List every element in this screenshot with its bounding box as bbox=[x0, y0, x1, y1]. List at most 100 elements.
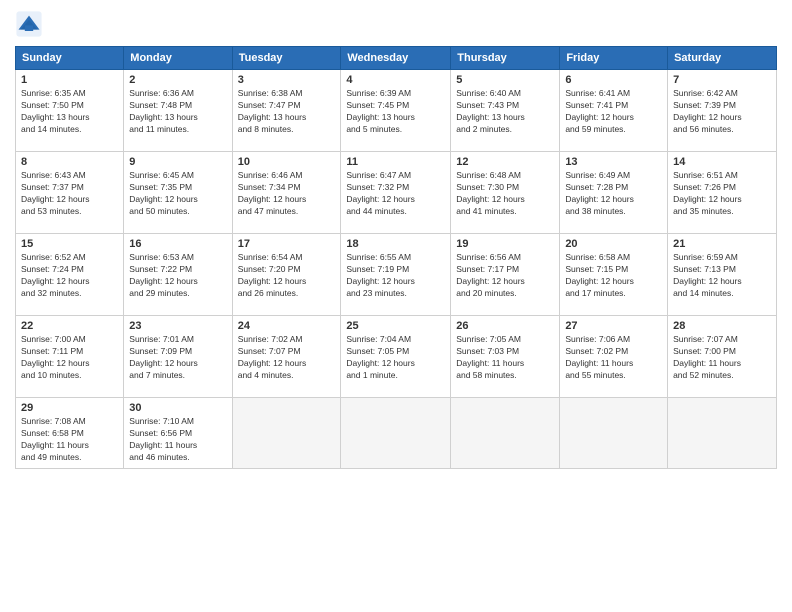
day-info: Sunrise: 7:02 AMSunset: 7:07 PMDaylight:… bbox=[238, 334, 336, 382]
calendar-cell: 11 Sunrise: 6:47 AMSunset: 7:32 PMDayligh… bbox=[341, 152, 451, 234]
day-number: 26 bbox=[456, 320, 554, 332]
calendar-cell: 6Sunrise: 6:41 AMSunset: 7:41 PMDaylight… bbox=[560, 70, 668, 152]
calendar-header: SundayMondayTuesdayWednesdayThursdayFrid… bbox=[16, 47, 777, 70]
day-info: Sunrise: 7:10 AMSunset: 6:56 PMDaylight:… bbox=[129, 416, 226, 464]
day-info: Sunrise: 7:01 AMSunset: 7:09 PMDaylight:… bbox=[129, 334, 226, 382]
calendar-cell: 16 Sunrise: 6:53 AMSunset: 7:22 PMDayligh… bbox=[124, 234, 232, 316]
day-info: Sunrise: 6:42 AMSunset: 7:39 PMDaylight:… bbox=[673, 88, 771, 136]
logo bbox=[15, 10, 47, 38]
day-info: Sunrise: 6:59 AMSunset: 7:13 PMDaylight:… bbox=[673, 252, 771, 300]
day-number: 19 bbox=[456, 238, 554, 250]
day-number: 10 bbox=[238, 156, 336, 168]
calendar: SundayMondayTuesdayWednesdayThursdayFrid… bbox=[15, 46, 777, 469]
day-info: Sunrise: 6:53 AMSunset: 7:22 PMDaylight:… bbox=[129, 252, 226, 300]
calendar-cell: 27 Sunrise: 7:06 AMSunset: 7:02 PMDayligh… bbox=[560, 316, 668, 398]
day-info: Sunrise: 6:46 AMSunset: 7:34 PMDaylight:… bbox=[238, 170, 336, 218]
calendar-cell bbox=[341, 398, 451, 469]
day-number: 7 bbox=[673, 74, 771, 86]
calendar-cell: 18Sunrise: 6:55 AMSunset: 7:19 PMDayligh… bbox=[341, 234, 451, 316]
week-row-5: 29Sunrise: 7:08 AMSunset: 6:58 PMDayligh… bbox=[16, 398, 777, 469]
calendar-cell: 10 Sunrise: 6:46 AMSunset: 7:34 PMDayligh… bbox=[232, 152, 341, 234]
day-number: 3 bbox=[238, 74, 336, 86]
day-number: 20 bbox=[565, 238, 662, 250]
calendar-cell: 30 Sunrise: 7:10 AMSunset: 6:56 PMDayligh… bbox=[124, 398, 232, 469]
calendar-cell: 25 Sunrise: 7:04 AMSunset: 7:05 PMDayligh… bbox=[341, 316, 451, 398]
day-info: Sunrise: 6:58 AMSunset: 7:15 PMDaylight:… bbox=[565, 252, 662, 300]
day-number: 28 bbox=[673, 320, 771, 332]
calendar-cell: 8 Sunrise: 6:43 AMSunset: 7:37 PMDaylight… bbox=[16, 152, 124, 234]
calendar-cell: 28 Sunrise: 7:07 AMSunset: 7:00 PMDayligh… bbox=[668, 316, 777, 398]
calendar-cell: 19Sunrise: 6:56 AMSunset: 7:17 PMDayligh… bbox=[451, 234, 560, 316]
day-number: 11 bbox=[346, 156, 445, 168]
day-number: 21 bbox=[673, 238, 771, 250]
day-info: Sunrise: 6:39 AMSunset: 7:45 PMDaylight:… bbox=[346, 88, 445, 136]
day-number: 14 bbox=[673, 156, 771, 168]
day-of-week-saturday: Saturday bbox=[668, 47, 777, 70]
calendar-cell: 9 Sunrise: 6:45 AMSunset: 7:35 PMDaylight… bbox=[124, 152, 232, 234]
day-number: 9 bbox=[129, 156, 226, 168]
day-of-week-thursday: Thursday bbox=[451, 47, 560, 70]
calendar-cell: 20 Sunrise: 6:58 AMSunset: 7:15 PMDayligh… bbox=[560, 234, 668, 316]
day-number: 27 bbox=[565, 320, 662, 332]
day-number: 2 bbox=[129, 74, 226, 86]
day-number: 16 bbox=[129, 238, 226, 250]
calendar-cell: 12 Sunrise: 6:48 AMSunset: 7:30 PMDayligh… bbox=[451, 152, 560, 234]
day-info: Sunrise: 6:51 AMSunset: 7:26 PMDaylight:… bbox=[673, 170, 771, 218]
day-number: 13 bbox=[565, 156, 662, 168]
day-number: 23 bbox=[129, 320, 226, 332]
day-info: Sunrise: 6:38 AMSunset: 7:47 PMDaylight:… bbox=[238, 88, 336, 136]
calendar-cell bbox=[232, 398, 341, 469]
day-info: Sunrise: 7:04 AMSunset: 7:05 PMDaylight:… bbox=[346, 334, 445, 382]
week-row-1: 1Sunrise: 6:35 AMSunset: 7:50 PMDaylight… bbox=[16, 70, 777, 152]
calendar-cell bbox=[560, 398, 668, 469]
day-number: 17 bbox=[238, 238, 336, 250]
day-info: Sunrise: 6:45 AMSunset: 7:35 PMDaylight:… bbox=[129, 170, 226, 218]
day-number: 25 bbox=[346, 320, 445, 332]
calendar-cell: 2 Sunrise: 6:36 AMSunset: 7:48 PMDaylight… bbox=[124, 70, 232, 152]
days-of-week-row: SundayMondayTuesdayWednesdayThursdayFrid… bbox=[16, 47, 777, 70]
day-number: 12 bbox=[456, 156, 554, 168]
calendar-cell: 14 Sunrise: 6:51 AMSunset: 7:26 PMDayligh… bbox=[668, 152, 777, 234]
week-row-2: 8 Sunrise: 6:43 AMSunset: 7:37 PMDaylight… bbox=[16, 152, 777, 234]
day-info: Sunrise: 6:35 AMSunset: 7:50 PMDaylight:… bbox=[21, 88, 118, 136]
calendar-cell: 7 Sunrise: 6:42 AMSunset: 7:39 PMDaylight… bbox=[668, 70, 777, 152]
day-of-week-wednesday: Wednesday bbox=[341, 47, 451, 70]
day-of-week-monday: Monday bbox=[124, 47, 232, 70]
calendar-cell: 13 Sunrise: 6:49 AMSunset: 7:28 PMDayligh… bbox=[560, 152, 668, 234]
day-info: Sunrise: 6:52 AMSunset: 7:24 PMDaylight:… bbox=[21, 252, 118, 300]
day-number: 4 bbox=[346, 74, 445, 86]
day-info: Sunrise: 6:36 AMSunset: 7:48 PMDaylight:… bbox=[129, 88, 226, 136]
calendar-cell: 4 Sunrise: 6:39 AMSunset: 7:45 PMDaylight… bbox=[341, 70, 451, 152]
day-info: Sunrise: 6:43 AMSunset: 7:37 PMDaylight:… bbox=[21, 170, 118, 218]
day-info: Sunrise: 6:54 AMSunset: 7:20 PMDaylight:… bbox=[238, 252, 336, 300]
calendar-cell bbox=[668, 398, 777, 469]
day-number: 6 bbox=[565, 74, 662, 86]
logo-icon bbox=[15, 10, 43, 38]
calendar-cell: 26Sunrise: 7:05 AMSunset: 7:03 PMDayligh… bbox=[451, 316, 560, 398]
day-number: 15 bbox=[21, 238, 118, 250]
day-of-week-tuesday: Tuesday bbox=[232, 47, 341, 70]
calendar-cell: 5 Sunrise: 6:40 AMSunset: 7:43 PMDaylight… bbox=[451, 70, 560, 152]
calendar-cell: 17 Sunrise: 6:54 AMSunset: 7:20 PMDayligh… bbox=[232, 234, 341, 316]
week-row-3: 15 Sunrise: 6:52 AMSunset: 7:24 PMDayligh… bbox=[16, 234, 777, 316]
day-number: 8 bbox=[21, 156, 118, 168]
day-info: Sunrise: 6:40 AMSunset: 7:43 PMDaylight:… bbox=[456, 88, 554, 136]
day-number: 24 bbox=[238, 320, 336, 332]
calendar-cell: 29Sunrise: 7:08 AMSunset: 6:58 PMDayligh… bbox=[16, 398, 124, 469]
week-row-4: 22Sunrise: 7:00 AMSunset: 7:11 PMDayligh… bbox=[16, 316, 777, 398]
day-number: 30 bbox=[129, 402, 226, 414]
calendar-cell bbox=[451, 398, 560, 469]
day-info: Sunrise: 7:06 AMSunset: 7:02 PMDaylight:… bbox=[565, 334, 662, 382]
day-info: Sunrise: 7:07 AMSunset: 7:00 PMDaylight:… bbox=[673, 334, 771, 382]
day-info: Sunrise: 6:48 AMSunset: 7:30 PMDaylight:… bbox=[456, 170, 554, 218]
day-info: Sunrise: 6:47 AMSunset: 7:32 PMDaylight:… bbox=[346, 170, 445, 218]
day-number: 5 bbox=[456, 74, 554, 86]
day-info: Sunrise: 6:49 AMSunset: 7:28 PMDaylight:… bbox=[565, 170, 662, 218]
calendar-cell: 15 Sunrise: 6:52 AMSunset: 7:24 PMDayligh… bbox=[16, 234, 124, 316]
day-number: 29 bbox=[21, 402, 118, 414]
calendar-cell: 1Sunrise: 6:35 AMSunset: 7:50 PMDaylight… bbox=[16, 70, 124, 152]
calendar-cell: 22Sunrise: 7:00 AMSunset: 7:11 PMDayligh… bbox=[16, 316, 124, 398]
day-number: 18 bbox=[346, 238, 445, 250]
header bbox=[15, 10, 777, 38]
day-info: Sunrise: 7:00 AMSunset: 7:11 PMDaylight:… bbox=[21, 334, 118, 382]
